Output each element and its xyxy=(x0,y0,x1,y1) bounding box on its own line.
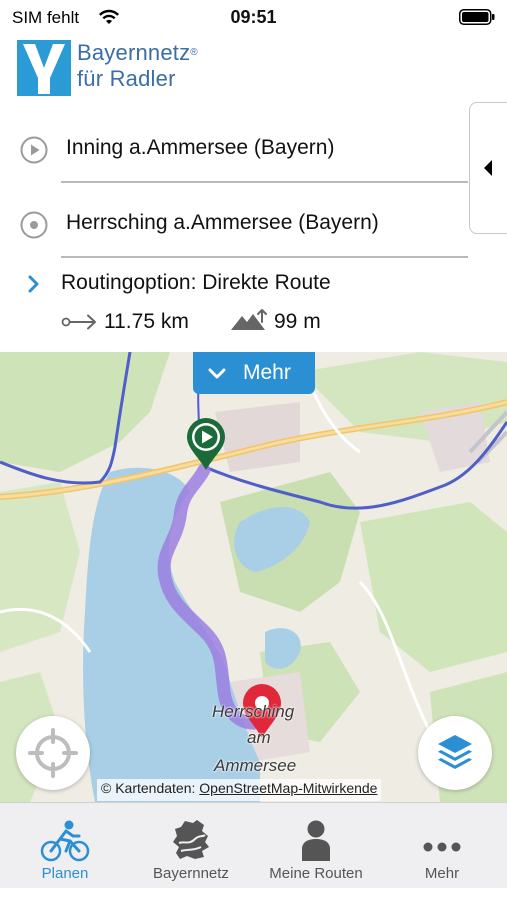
crosshair-icon xyxy=(28,728,78,778)
distance-stat: 11.75 km xyxy=(61,310,211,336)
tab-label: Planen xyxy=(41,865,89,882)
logo-mark-icon xyxy=(17,40,71,96)
routing-option-section[interactable]: Routingoption: Direkte Route 11.75 km 99… xyxy=(0,266,507,346)
caret-left-icon xyxy=(484,160,492,176)
route-divider xyxy=(61,256,468,258)
map-more-label: Mehr xyxy=(243,361,291,384)
status-bar: SIM fehlt 09:51 xyxy=(0,0,507,34)
start-play-icon xyxy=(20,136,48,164)
map-town-label: am xyxy=(247,728,271,747)
logo-text: Bayernnetz® für Radler xyxy=(77,40,198,92)
bavaria-map-icon xyxy=(173,820,209,859)
elevation-value: 99 m xyxy=(274,310,321,333)
route-start-label: Inning a.Ammersee (Bayern) xyxy=(66,136,335,159)
map-more-button[interactable]: Mehr xyxy=(193,352,315,394)
map-view[interactable]: Herrsching am Ammersee Mehr © Kartendate… xyxy=(0,352,507,802)
chevron-down-icon xyxy=(208,368,226,379)
distance-value: 11.75 km xyxy=(104,310,189,333)
logo-registered: ® xyxy=(190,47,198,58)
tab-bayernnetz[interactable]: Bayernnetz xyxy=(128,803,254,893)
distance-arrow-icon xyxy=(61,314,96,330)
side-panel-toggle-button[interactable] xyxy=(469,102,507,234)
more-dots-icon xyxy=(423,842,461,852)
battery-icon xyxy=(459,9,495,25)
chevron-right-icon xyxy=(28,275,39,293)
tab-bar: Planen Bayernnetz Meine Routen Mehr xyxy=(0,802,507,900)
logo-line2: für Radler xyxy=(77,66,176,91)
logo-line1: Bayernnetz xyxy=(77,40,191,65)
map-attribution: © Kartendaten: OpenStreetMap-Mitwirkende xyxy=(97,779,382,801)
route-start-marker-icon[interactable] xyxy=(184,416,228,472)
tab-label: Meine Routen xyxy=(269,865,363,882)
layers-icon xyxy=(438,735,472,769)
tab-mehr[interactable]: Mehr xyxy=(379,803,505,893)
route-start-row[interactable]: Inning a.Ammersee (Bayern) xyxy=(0,118,468,178)
tab-label: Mehr xyxy=(424,865,460,882)
tab-label: Bayernnetz xyxy=(153,865,229,882)
attribution-prefix: © Kartendaten: xyxy=(101,780,200,796)
route-destination-label: Herrsching a.Ammersee (Bayern) xyxy=(66,211,379,234)
tab-meine-routen[interactable]: Meine Routen xyxy=(253,803,379,893)
route-divider xyxy=(61,181,468,183)
elevation-mountain-icon xyxy=(231,309,267,330)
osm-attribution-link[interactable]: OpenStreetMap-Mitwirkende xyxy=(199,780,377,796)
home-indicator-area xyxy=(0,888,507,900)
route-destination-row[interactable]: Herrsching a.Ammersee (Bayern) xyxy=(0,193,468,253)
bicycle-icon xyxy=(40,820,90,862)
destination-target-icon xyxy=(20,211,48,239)
map-town-label: Herrsching xyxy=(212,702,295,721)
map-town-label: Ammersee xyxy=(214,756,297,775)
elevation-stat: 99 m xyxy=(230,309,350,336)
routing-option-label: Routingoption: Direkte Route xyxy=(61,271,331,294)
bayernnetz-logo: Bayernnetz® für Radler xyxy=(17,40,207,98)
locate-me-button[interactable] xyxy=(16,716,90,790)
tab-planen[interactable]: Planen xyxy=(2,803,128,893)
clock: 09:51 xyxy=(230,7,277,27)
person-icon xyxy=(302,820,330,861)
map-layers-button[interactable] xyxy=(418,716,492,790)
